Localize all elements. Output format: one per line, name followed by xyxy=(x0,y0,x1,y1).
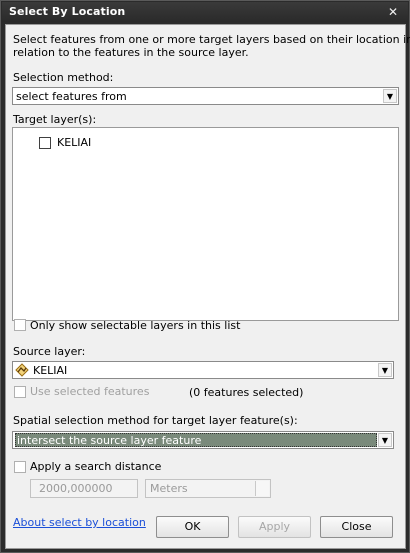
select-by-location-dialog: Select By Location ✕ Select features fro… xyxy=(0,0,410,553)
line-layer-icon xyxy=(15,363,29,377)
ok-button[interactable]: OK xyxy=(156,516,229,538)
description-line-2: relation to the features in the source l… xyxy=(13,46,249,59)
selected-count-text: (0 features selected) xyxy=(189,386,304,399)
chevron-down-icon[interactable]: ▼ xyxy=(378,363,392,377)
chevron-down-icon[interactable]: ▼ xyxy=(383,89,397,103)
spatial-method-dropdown[interactable]: intersect the source layer feature ▼ xyxy=(12,431,394,449)
search-distance-label: Apply a search distance xyxy=(30,460,162,473)
selection-method-label: Selection method: xyxy=(13,71,114,84)
selection-method-value: select features from xyxy=(16,90,127,103)
distance-units-dropdown[interactable]: Meters xyxy=(145,479,271,498)
distance-units-value: Meters xyxy=(150,482,188,495)
target-layers-list[interactable]: KELIAI xyxy=(12,127,399,321)
close-button[interactable]: Close xyxy=(320,516,393,538)
description-line-1: Select features from one or more target … xyxy=(13,33,410,46)
title-bar[interactable]: Select By Location ✕ xyxy=(2,2,408,22)
target-layers-label: Target layer(s): xyxy=(13,113,97,126)
use-selected-label: Use selected features xyxy=(30,385,150,398)
chevron-down-icon[interactable] xyxy=(255,481,269,496)
spatial-method-value: intersect the source layer feature xyxy=(17,434,202,447)
use-selected-checkbox[interactable] xyxy=(14,386,26,398)
spatial-method-label: Spatial selection method for target laye… xyxy=(13,414,298,427)
source-layer-label: Source layer: xyxy=(13,345,86,358)
about-select-by-location-link[interactable]: About select by location xyxy=(13,516,146,529)
source-layer-value: KELIAI xyxy=(33,364,68,377)
selection-method-dropdown[interactable]: select features from ▼ xyxy=(12,87,399,105)
only-selectable-checkbox[interactable] xyxy=(14,319,26,331)
target-layer-name: KELIAI xyxy=(57,136,92,149)
chevron-down-icon[interactable]: ▼ xyxy=(378,433,392,447)
search-distance-value: 2000,000000 xyxy=(39,482,113,495)
dialog-body: Select features from one or more target … xyxy=(5,24,410,549)
search-distance-input[interactable]: 2000,000000 xyxy=(30,479,138,498)
close-icon[interactable]: ✕ xyxy=(382,4,404,20)
search-distance-checkbox[interactable] xyxy=(14,461,26,473)
list-item[interactable]: KELIAI xyxy=(37,135,157,151)
target-layer-checkbox[interactable] xyxy=(39,137,51,149)
source-layer-dropdown[interactable]: KELIAI ▼ xyxy=(12,361,394,379)
apply-button[interactable]: Apply xyxy=(238,516,311,538)
only-selectable-label: Only show selectable layers in this list xyxy=(30,319,241,332)
window-title: Select By Location xyxy=(9,5,126,18)
